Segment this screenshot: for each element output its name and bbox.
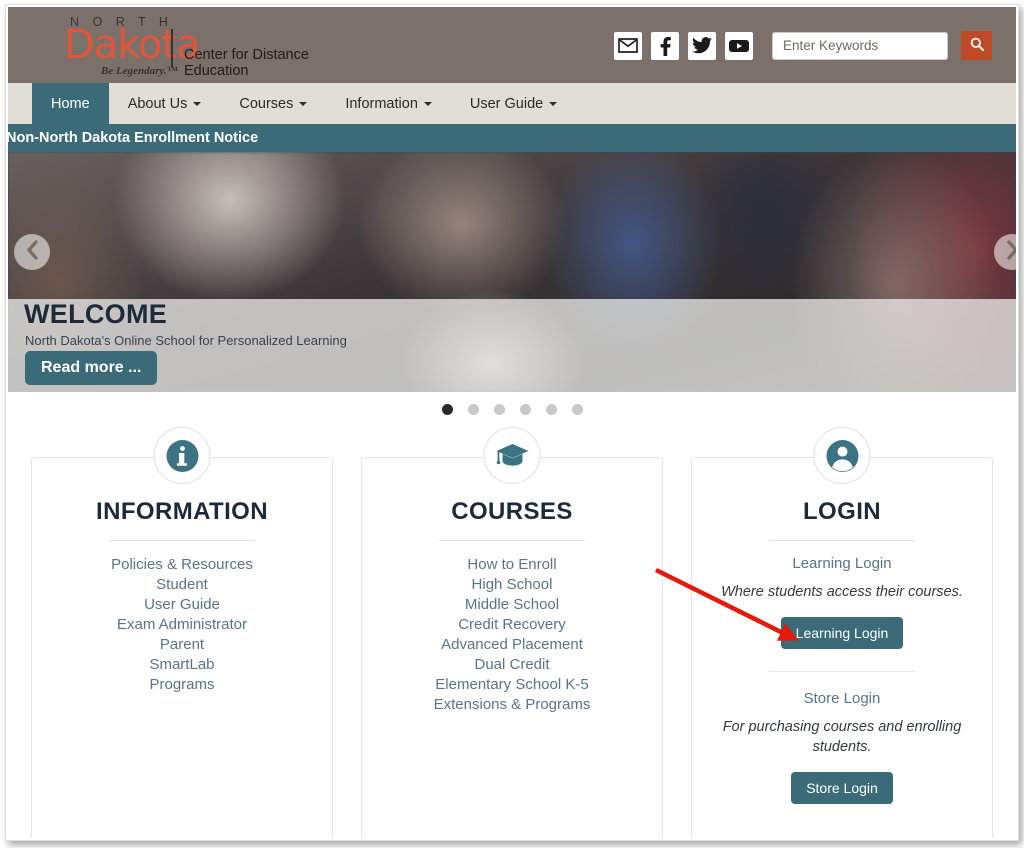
card-information: INFORMATION Policies & Resources Student… xyxy=(31,427,333,838)
site-header: N O R T H Dakota Be Legendary.™ Center f… xyxy=(8,7,1016,83)
learning-login-description: Where students access their courses. xyxy=(721,584,963,600)
store-login-description: For purchasing courses and enrolling stu… xyxy=(722,719,962,755)
chevron-left-icon xyxy=(25,239,40,265)
card-divider xyxy=(439,540,585,541)
chevron-down-icon xyxy=(193,101,202,106)
chevron-down-icon xyxy=(549,101,558,106)
logo-tagline-be-legendary: Be Legendary.™ xyxy=(101,65,178,77)
card-title-courses: COURSES xyxy=(451,498,573,525)
store-login-button[interactable]: Store Login xyxy=(791,772,893,804)
carousel-prev-button[interactable] xyxy=(14,234,50,270)
hero-read-more-button[interactable]: Read more ... xyxy=(25,351,158,385)
header-utilities xyxy=(614,31,992,60)
list-item[interactable]: Extensions & Programs xyxy=(376,695,648,715)
email-icon[interactable] xyxy=(614,31,642,60)
info-circle-icon xyxy=(153,427,211,484)
hero-title: WELCOME xyxy=(24,299,168,329)
list-item[interactable]: Programs xyxy=(46,675,318,695)
card-login: LOGIN Learning Login Where students acce… xyxy=(691,427,993,838)
search-button[interactable] xyxy=(961,31,992,60)
card-title-login: LOGIN xyxy=(803,498,881,525)
chevron-right-icon xyxy=(1005,239,1016,265)
nav-label-home: Home xyxy=(51,95,90,112)
list-item[interactable]: SmartLab xyxy=(46,655,318,675)
list-item[interactable]: Policies & Resources xyxy=(46,555,318,575)
logo-divider xyxy=(171,29,173,67)
list-item[interactable]: Middle School xyxy=(376,595,648,615)
list-item[interactable]: Dual Credit xyxy=(376,655,648,675)
list-item[interactable]: Exam Administrator xyxy=(46,615,318,635)
carousel-dot-2[interactable] xyxy=(467,403,479,415)
nav-item-about-us[interactable]: About Us xyxy=(109,83,221,124)
list-item[interactable]: Elementary School K-5 xyxy=(376,675,648,695)
store-login-label[interactable]: Store Login xyxy=(706,690,978,707)
nav-label-courses: Courses xyxy=(239,95,294,112)
list-item[interactable]: Advanced Placement xyxy=(376,635,648,655)
carousel-dot-6[interactable] xyxy=(571,403,583,415)
youtube-icon[interactable] xyxy=(725,31,753,60)
carousel-dot-5[interactable] xyxy=(545,403,557,415)
nav-item-user-guide[interactable]: User Guide xyxy=(451,83,576,124)
search-icon xyxy=(970,37,984,54)
nav-label-information: Information xyxy=(345,95,418,112)
chevron-down-icon xyxy=(299,101,308,106)
list-item[interactable]: Parent xyxy=(46,635,318,655)
feature-cards: INFORMATION Policies & Resources Student… xyxy=(8,426,1016,838)
nav-item-home[interactable]: Home xyxy=(32,83,109,124)
courses-link-list: How to Enroll High School Middle School … xyxy=(376,555,648,715)
search-input[interactable] xyxy=(772,31,948,60)
facebook-icon[interactable] xyxy=(651,31,679,60)
card-divider xyxy=(769,540,915,541)
enrollment-notice-bar[interactable]: Non-North Dakota Enrollment Notice xyxy=(8,124,1016,152)
information-link-list: Policies & Resources Student User Guide … xyxy=(46,555,318,695)
card-title-information: INFORMATION xyxy=(96,498,268,525)
screenshot-root: N O R T H Dakota Be Legendary.™ Center f… xyxy=(0,0,1024,848)
graduation-cap-icon xyxy=(483,427,541,484)
nav-label-about-us: About Us xyxy=(127,95,188,112)
login-section-divider xyxy=(769,671,915,672)
hero-carousel: WELCOME North Dakota's Online School for… xyxy=(8,152,1016,392)
list-item[interactable]: High School xyxy=(376,575,648,595)
carousel-dot-1[interactable] xyxy=(441,403,453,415)
hero-subtitle: North Dakota's Online School for Persona… xyxy=(25,333,347,348)
nav-item-courses[interactable]: Courses xyxy=(220,83,326,124)
list-item[interactable]: Student xyxy=(46,575,318,595)
list-item[interactable]: How to Enroll xyxy=(376,555,648,575)
chevron-down-icon xyxy=(423,101,432,106)
card-courses: COURSES How to Enroll High School Middle… xyxy=(361,427,663,838)
site-logo[interactable]: N O R T H Dakota Be Legendary.™ Center f… xyxy=(40,10,370,82)
nav-item-information[interactable]: Information xyxy=(326,83,451,124)
card-divider xyxy=(109,540,255,541)
list-item[interactable]: Credit Recovery xyxy=(376,615,648,635)
logo-center-name: Center for Distance Education xyxy=(184,47,309,79)
webpage: N O R T H Dakota Be Legendary.™ Center f… xyxy=(8,7,1016,838)
user-circle-icon xyxy=(813,427,871,484)
list-item[interactable]: User Guide xyxy=(46,595,318,615)
learning-login-button[interactable]: Learning Login xyxy=(780,617,904,649)
carousel-dot-3[interactable] xyxy=(493,403,505,415)
main-navigation: Home About Us Courses Information User G… xyxy=(8,83,1016,124)
enrollment-notice-text: Non-North Dakota Enrollment Notice xyxy=(8,130,259,146)
nav-label-user-guide: User Guide xyxy=(469,95,544,112)
carousel-dot-4[interactable] xyxy=(519,403,531,415)
logo-dakota-text: Dakota xyxy=(64,22,201,68)
carousel-dots xyxy=(8,392,1016,426)
twitter-icon[interactable] xyxy=(688,31,716,60)
learning-login-label[interactable]: Learning Login xyxy=(706,555,978,572)
